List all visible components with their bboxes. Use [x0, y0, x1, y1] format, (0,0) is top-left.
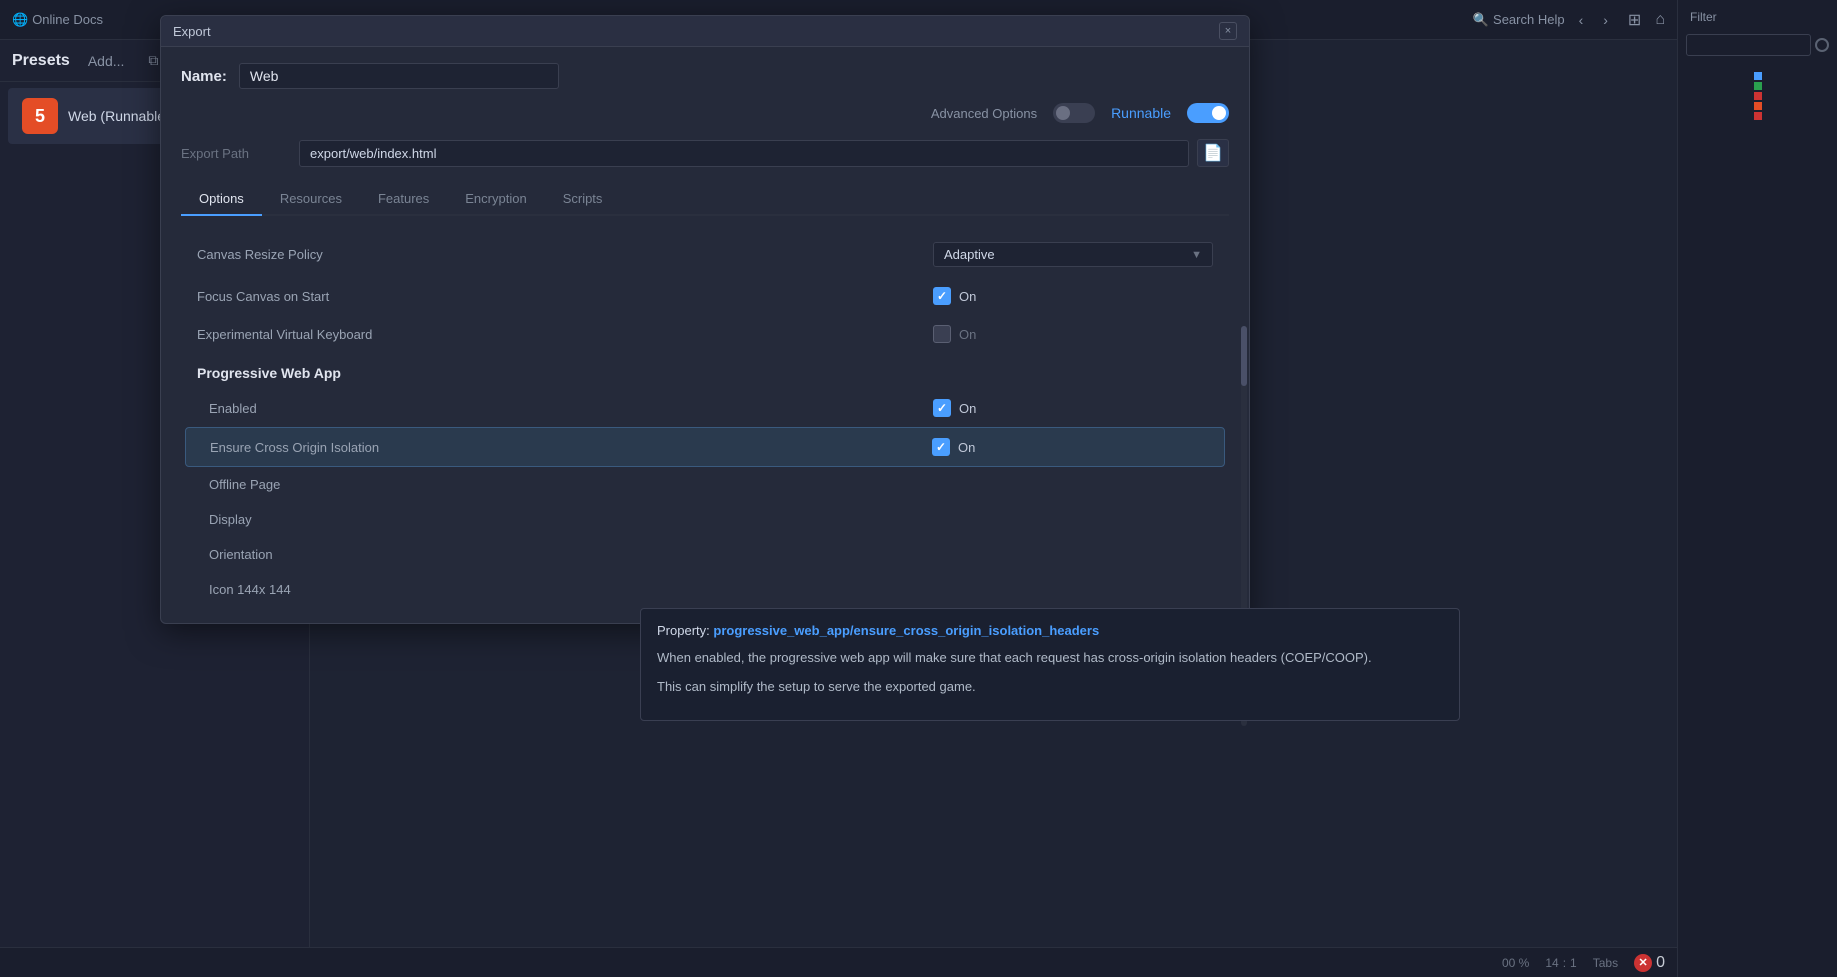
- pwa-enabled-checkbox[interactable]: ✓: [933, 399, 951, 417]
- filter-input[interactable]: [1686, 34, 1811, 56]
- orientation-row: Orientation: [185, 537, 1225, 572]
- icon-label: Icon 144x 144: [209, 582, 1213, 597]
- orientation-label: Orientation: [209, 547, 1213, 562]
- checkmark-icon: ✓: [937, 289, 947, 303]
- tooltip-text-1: When enabled, the progressive web app wi…: [657, 648, 1443, 669]
- name-field-input[interactable]: [239, 63, 559, 89]
- preset-label: Web (Runnable): [68, 108, 170, 124]
- experimental-virtual-keyboard-checkbox[interactable]: [933, 325, 951, 343]
- search-icon: 🔍: [1473, 12, 1489, 28]
- online-docs-link[interactable]: 🌐 Online Docs: [12, 12, 103, 28]
- focus-canvas-on-start-label: Focus Canvas on Start: [197, 289, 933, 304]
- right-panel: Filter: [1677, 0, 1837, 977]
- ensure-cross-origin-checkbox-group: ✓ On: [932, 438, 1212, 456]
- pwa-enabled-on-label: On: [959, 401, 976, 416]
- export-path-label: Export Path: [181, 146, 291, 161]
- pwa-enabled-row: Enabled ✓ On: [185, 389, 1225, 427]
- tooltip-property-value: progressive_web_app/ensure_cross_origin_…: [713, 623, 1099, 638]
- pwa-enabled-checkbox-group: ✓ On: [933, 399, 1213, 417]
- error-circle-icon: ✕: [1634, 954, 1652, 972]
- focus-canvas-checkbox-group: ✓ On: [933, 287, 1213, 305]
- prev-button[interactable]: ‹: [1573, 10, 1590, 30]
- dropdown-chevron-icon: ▼: [1191, 249, 1202, 261]
- focus-canvas-on-label: On: [959, 289, 976, 304]
- offline-page-row: Offline Page: [185, 467, 1225, 502]
- position-status: 14 : 1: [1545, 956, 1576, 970]
- status-bar: 00 % 14 : 1 Tabs ✕ 0: [0, 947, 1677, 977]
- tab-features[interactable]: Features: [360, 183, 447, 216]
- tab-resources[interactable]: Resources: [262, 183, 360, 216]
- checkmark-icon-3: ✓: [936, 440, 946, 454]
- canvas-resize-policy-label: Canvas Resize Policy: [197, 247, 933, 262]
- canvas-resize-policy-dropdown[interactable]: Adaptive ▼: [933, 242, 1213, 267]
- icon-row: Icon 144x 144: [185, 572, 1225, 607]
- tabs-row: Options Resources Features Encryption Sc…: [181, 183, 1229, 216]
- search-help-button[interactable]: 🔍 Search Help: [1473, 12, 1565, 28]
- scrollbar-thumb[interactable]: [1241, 326, 1247, 386]
- ensure-cross-origin-row: Ensure Cross Origin Isolation ✓ On: [185, 427, 1225, 467]
- experimental-virtual-keyboard-row: Experimental Virtual Keyboard On: [185, 315, 1225, 353]
- advanced-options-toggle[interactable]: [1053, 103, 1095, 123]
- error-count: 0: [1656, 954, 1665, 972]
- canvas-resize-policy-value: Adaptive: [944, 247, 995, 262]
- focus-canvas-on-start-row: Focus Canvas on Start ✓ On: [185, 277, 1225, 315]
- offline-page-label: Offline Page: [209, 477, 1213, 492]
- canvas-resize-policy-row: Canvas Resize Policy Adaptive ▼: [185, 232, 1225, 277]
- runnable-toggle[interactable]: [1187, 103, 1229, 123]
- tooltip-property: Property: progressive_web_app/ensure_cro…: [657, 623, 1443, 638]
- filter-label: Filter: [1682, 8, 1833, 26]
- tab-encryption[interactable]: Encryption: [447, 183, 544, 216]
- runnable-label: Runnable: [1111, 105, 1171, 121]
- checkmark-icon-2: ✓: [937, 401, 947, 415]
- display-row: Display: [185, 502, 1225, 537]
- browse-file-button[interactable]: 📄: [1197, 139, 1229, 167]
- display-label: Display: [209, 512, 1213, 527]
- error-badge: ✕ 0: [1634, 954, 1665, 972]
- pwa-enabled-label: Enabled: [209, 401, 933, 416]
- tooltip-property-label: Property:: [657, 623, 710, 638]
- focus-canvas-checkbox[interactable]: ✓: [933, 287, 951, 305]
- tooltip-text-2: This can simplify the setup to serve the…: [657, 677, 1443, 698]
- indicator-3: [1754, 92, 1762, 100]
- dialog-close-button[interactable]: ×: [1219, 22, 1237, 40]
- export-dialog: Export × Name: Advanced Options Runnable…: [160, 15, 1250, 624]
- ensure-cross-origin-checkbox[interactable]: ✓: [932, 438, 950, 456]
- next-button[interactable]: ›: [1597, 10, 1614, 30]
- experimental-virtual-keyboard-label: Experimental Virtual Keyboard: [197, 327, 933, 342]
- zoom-status: 00 %: [1502, 956, 1529, 970]
- indicator-2: [1754, 82, 1762, 90]
- advanced-options-label: Advanced Options: [931, 106, 1037, 121]
- export-path-input[interactable]: [299, 140, 1189, 167]
- tooltip-box: Property: progressive_web_app/ensure_cro…: [640, 608, 1460, 721]
- indicator-1: [1754, 72, 1762, 80]
- rss-icon: ⌂: [1655, 11, 1665, 29]
- export-path-row: Export Path 📄: [181, 139, 1229, 167]
- experimental-virtual-keyboard-group: On: [933, 325, 1213, 343]
- options-content: Canvas Resize Policy Adaptive ▼ Focus Ca…: [181, 232, 1229, 607]
- add-preset-button[interactable]: Add...: [82, 51, 131, 71]
- ensure-cross-origin-label: Ensure Cross Origin Isolation: [210, 440, 932, 455]
- docs-icon: 🌐: [12, 12, 28, 28]
- name-row: Name:: [181, 63, 1229, 89]
- name-field-label: Name:: [181, 68, 227, 85]
- dialog-titlebar: Export ×: [161, 16, 1249, 47]
- filter-dot: [1815, 38, 1829, 52]
- advanced-options-row: Advanced Options Runnable: [181, 103, 1229, 123]
- tabs-status: Tabs: [1593, 956, 1618, 970]
- presets-label: Presets: [12, 52, 70, 70]
- html5-icon: 5: [22, 98, 58, 134]
- dialog-title: Export: [173, 24, 211, 39]
- ensure-cross-origin-on-label: On: [958, 440, 975, 455]
- pwa-section-header: Progressive Web App: [185, 353, 1225, 389]
- tab-options[interactable]: Options: [181, 183, 262, 216]
- dialog-body: Name: Advanced Options Runnable Export P…: [161, 47, 1249, 623]
- indicator-4: [1754, 102, 1762, 110]
- tab-scripts[interactable]: Scripts: [545, 183, 621, 216]
- experimental-virtual-keyboard-on-label: On: [959, 327, 976, 342]
- layout-button[interactable]: ⊞: [1622, 8, 1647, 32]
- indicator-5: [1754, 112, 1762, 120]
